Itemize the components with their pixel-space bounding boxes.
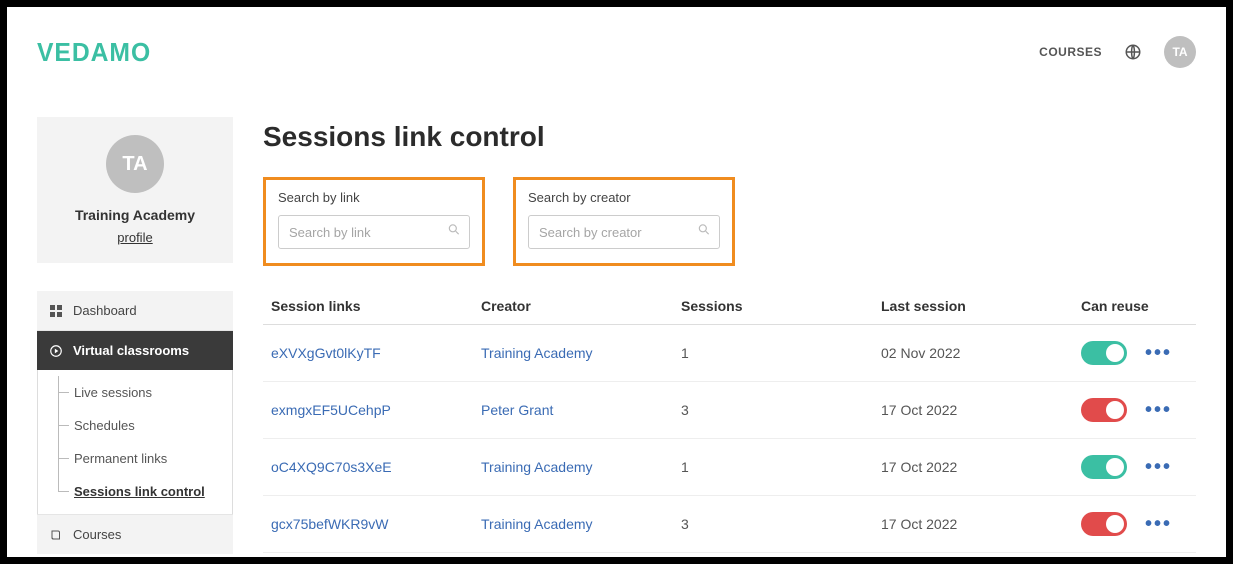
- last-session-date: 17 Oct 2022: [873, 382, 1073, 439]
- search-link-input[interactable]: [279, 225, 469, 240]
- search-by-creator-box: Search by creator: [513, 177, 735, 266]
- sidebar-item-label: Virtual classrooms: [73, 343, 189, 358]
- col-creator[interactable]: Creator: [473, 288, 673, 325]
- sidebar-item-label: Courses: [73, 527, 121, 542]
- profile-link[interactable]: profile: [117, 230, 152, 245]
- creator-link[interactable]: Training Academy: [481, 516, 593, 532]
- session-link[interactable]: oC4XQ9C70s3XeE: [271, 459, 392, 475]
- grid-icon: [49, 304, 63, 318]
- table-row: gcx75befWKR9vW Training Academy 3 17 Oct…: [263, 496, 1196, 553]
- table-row: eXVXgGvt0lKyTF Training Academy 1 02 Nov…: [263, 325, 1196, 382]
- avatar-large: TA: [106, 135, 164, 193]
- more-actions-icon[interactable]: •••: [1145, 457, 1172, 477]
- reuse-toggle[interactable]: [1081, 512, 1127, 536]
- page-title: Sessions link control: [263, 121, 1196, 153]
- sidebar-item-dashboard[interactable]: Dashboard: [37, 291, 233, 330]
- table-row: exmgxEF5UCehpP Peter Grant 3 17 Oct 2022…: [263, 382, 1196, 439]
- search-creator-input[interactable]: [529, 225, 719, 240]
- last-session-date: 17 Oct 2022: [873, 496, 1073, 553]
- sessions-count: 3: [673, 496, 873, 553]
- sidebar-item-label: Dashboard: [73, 303, 137, 318]
- creator-link[interactable]: Training Academy: [481, 459, 593, 475]
- search-icon: [447, 223, 461, 242]
- search-creator-label: Search by creator: [528, 190, 720, 205]
- sidebar-sub-permanent-links[interactable]: Permanent links: [58, 442, 232, 475]
- search-link-label: Search by link: [278, 190, 470, 205]
- session-link[interactable]: eXVXgGvt0lKyTF: [271, 345, 381, 361]
- session-link[interactable]: gcx75befWKR9vW: [271, 516, 388, 532]
- book-icon: [49, 528, 63, 542]
- avatar[interactable]: TA: [1164, 36, 1196, 68]
- creator-link[interactable]: Training Academy: [481, 345, 593, 361]
- sidebar-item-virtual-classrooms[interactable]: Virtual classrooms: [37, 330, 233, 370]
- last-session-date: 02 Nov 2022: [873, 325, 1073, 382]
- col-last-session[interactable]: Last session: [873, 288, 1073, 325]
- reuse-toggle[interactable]: [1081, 398, 1127, 422]
- reuse-toggle[interactable]: [1081, 455, 1127, 479]
- table-row: oC4XQ9C70s3XeE Training Academy 1 17 Oct…: [263, 439, 1196, 496]
- sidebar: TA Training Academy profile Dashboard: [37, 117, 233, 557]
- sessions-count: 1: [673, 439, 873, 496]
- sidebar-sub-schedules[interactable]: Schedules: [58, 409, 232, 442]
- more-actions-icon[interactable]: •••: [1145, 514, 1172, 534]
- sessions-count: 1: [673, 325, 873, 382]
- sessions-count: 3: [673, 382, 873, 439]
- reuse-toggle[interactable]: [1081, 341, 1127, 365]
- more-actions-icon[interactable]: •••: [1145, 343, 1172, 363]
- profile-box: TA Training Academy profile: [37, 117, 233, 263]
- col-session-links[interactable]: Session links: [263, 288, 473, 325]
- col-sessions[interactable]: Sessions: [673, 288, 873, 325]
- sidebar-item-courses[interactable]: Courses: [37, 514, 233, 554]
- play-circle-icon: [49, 344, 63, 358]
- col-can-reuse[interactable]: Can reuse: [1073, 288, 1196, 325]
- sidebar-sub-sessions-link-control[interactable]: Sessions link control: [58, 475, 232, 508]
- more-actions-icon[interactable]: •••: [1145, 400, 1172, 420]
- org-name: Training Academy: [47, 207, 223, 223]
- creator-link[interactable]: Peter Grant: [481, 402, 553, 418]
- nav-courses[interactable]: COURSES: [1039, 45, 1102, 59]
- sessions-table: Session links Creator Sessions Last sess…: [263, 288, 1196, 553]
- session-link[interactable]: exmgxEF5UCehpP: [271, 402, 391, 418]
- sidebar-sub-live-sessions[interactable]: Live sessions: [58, 376, 232, 409]
- globe-icon[interactable]: [1124, 43, 1142, 61]
- brand-logo[interactable]: VEDAMO: [37, 37, 151, 68]
- search-by-link-box: Search by link: [263, 177, 485, 266]
- last-session-date: 17 Oct 2022: [873, 439, 1073, 496]
- search-icon: [697, 223, 711, 242]
